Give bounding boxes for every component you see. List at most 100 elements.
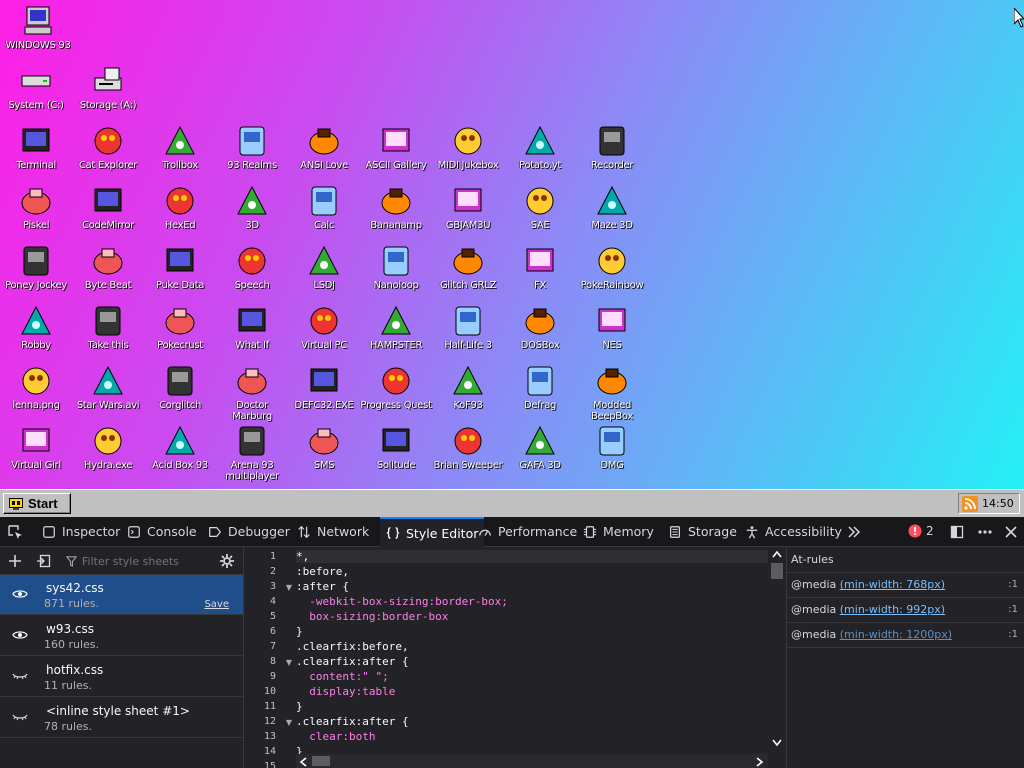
desktop-icon-what-if[interactable]: What If: [216, 304, 288, 351]
dock-side-icon[interactable]: [948, 523, 966, 541]
desktop-icon-hydra-exe[interactable]: Hydra.exe: [72, 424, 144, 471]
code-line[interactable]: :before,: [296, 565, 349, 578]
desktop-icon-defrag[interactable]: Defrag: [504, 364, 576, 411]
desktop-icon-defc32-exe[interactable]: DEFC32.EXE: [288, 364, 360, 411]
code-line[interactable]: box-sizing:border-box: [296, 610, 448, 623]
code-line[interactable]: :after {: [296, 580, 349, 593]
desktop-icon-acid-box-93[interactable]: Acid Box 93: [144, 424, 216, 471]
desktop-icon-ascii-gallery[interactable]: ASCII Gallery: [360, 124, 432, 171]
settings-gear-icon[interactable]: [218, 552, 236, 570]
code-line[interactable]: clear:both: [296, 730, 375, 743]
desktop-icon-pokecrust[interactable]: Pokecrust: [144, 304, 216, 351]
desktop-icon-lsdj[interactable]: LSDJ: [288, 244, 360, 291]
desktop-icon-puke-data[interactable]: Puke Data: [144, 244, 216, 291]
at-rule-item[interactable]: @media (min-width: 992px):1: [787, 598, 1024, 623]
eye-hidden-icon[interactable]: [12, 670, 28, 682]
desktop-icon-modded-beepbox[interactable]: Modded BeepBox: [576, 364, 648, 422]
desktop-icon-windows-93[interactable]: WINDOWS 93: [2, 4, 74, 51]
code-line[interactable]: .clearfix:before,: [296, 640, 409, 653]
code-line[interactable]: *,: [296, 550, 768, 563]
stylesheet-item[interactable]: sys42.css 871 rules. Save: [0, 575, 243, 615]
desktop-icon-nes[interactable]: NES: [576, 304, 648, 351]
desktop-icon-93-realms[interactable]: 93 Realms: [216, 124, 288, 171]
desktop-icon-cat-explorer[interactable]: Cat Explorer: [72, 124, 144, 171]
desktop-icon-codemirror[interactable]: CodeMirror: [72, 184, 144, 231]
horizontal-scrollbar[interactable]: [296, 754, 768, 768]
at-rule-item[interactable]: @media (min-width: 768px):1: [787, 573, 1024, 598]
desktop-icon-dosbox[interactable]: DOSBox: [504, 304, 576, 351]
at-rule-condition[interactable]: (min-width: 992px): [840, 603, 945, 616]
desktop-icon-fx[interactable]: FX: [504, 244, 576, 291]
desktop-icon-hexed[interactable]: HexEd: [144, 184, 216, 231]
scroll-down-icon[interactable]: [772, 739, 782, 747]
code-line[interactable]: .clearfix:after {: [296, 655, 409, 668]
desktop-icon-take-this[interactable]: Take this: [72, 304, 144, 351]
desktop-icon-robby[interactable]: Robby: [0, 304, 72, 351]
stylesheet-item[interactable]: w93.css 160 rules.: [0, 616, 243, 656]
tab-network[interactable]: Network: [297, 517, 369, 546]
tab-storage[interactable]: Storage: [668, 517, 737, 546]
code-line[interactable]: content:" ";: [296, 670, 388, 683]
desktop-icon-trollbox[interactable]: Trollbox: [144, 124, 216, 171]
code-line[interactable]: -webkit-box-sizing:border-box;: [296, 595, 508, 608]
desktop-icon-system-c[interactable]: System (C:): [0, 64, 72, 111]
desktop-icon-solitude[interactable]: Solitude: [360, 424, 432, 471]
tab-inspector[interactable]: Inspector: [42, 517, 120, 546]
at-rule-item[interactable]: @media (min-width: 1200px):1: [787, 623, 1024, 648]
desktop-icon-pokerainbow[interactable]: PokeRainbow: [576, 244, 648, 291]
fold-toggle-icon[interactable]: ▼: [286, 718, 292, 727]
close-devtools-icon[interactable]: [1002, 523, 1020, 541]
fold-toggle-icon[interactable]: ▼: [286, 583, 292, 592]
tab-console[interactable]: Console: [127, 517, 197, 546]
import-stylesheet-icon[interactable]: [35, 552, 53, 570]
desktop-icon-progress-quest[interactable]: Progress Quest: [360, 364, 432, 411]
desktop-icon-glitch-grlz[interactable]: Glitch GRLZ: [432, 244, 504, 291]
desktop-icon-bananamp[interactable]: Bananamp: [360, 184, 432, 231]
rss-feed-icon[interactable]: [962, 495, 978, 512]
vertical-scrollbar[interactable]: [768, 547, 786, 752]
desktop-icon-gbjam3u[interactable]: GBJAM3U: [432, 184, 504, 231]
more-options-icon[interactable]: [976, 523, 994, 541]
desktop-icon-byte-beat[interactable]: Byte Beat: [72, 244, 144, 291]
stylesheet-item[interactable]: hotfix.css 11 rules.: [0, 657, 243, 697]
scroll-up-icon[interactable]: [772, 550, 782, 558]
at-rule-condition[interactable]: (min-width: 1200px): [840, 628, 952, 641]
desktop-icon-star-wars-avi[interactable]: Star Wars.avi: [72, 364, 144, 411]
filter-style-sheets-input[interactable]: [80, 552, 214, 571]
desktop-icon-recorder[interactable]: Recorder: [576, 124, 648, 171]
desktop-icon-dmg[interactable]: DMG: [576, 424, 648, 471]
desktop-icon-brian-sweeper[interactable]: Brian Sweeper: [432, 424, 504, 471]
desktop-icon-3d[interactable]: 3D: [216, 184, 288, 231]
desktop-icon-gafa-3d[interactable]: GAFA 3D: [504, 424, 576, 471]
desktop-icon-maze-3d[interactable]: Maze 3D: [576, 184, 648, 231]
desktop-icon-sms[interactable]: SMS: [288, 424, 360, 471]
more-tabs-chevron-icon[interactable]: [845, 523, 863, 541]
vertical-scroll-thumb[interactable]: [771, 563, 783, 579]
start-button[interactable]: Start: [3, 493, 71, 514]
desktop-icon-piskel[interactable]: Piskel: [0, 184, 72, 231]
desktop-icon-virtual-girl[interactable]: Virtual Girl: [0, 424, 72, 471]
desktop-icon-lenna-png[interactable]: lenna.png: [0, 364, 72, 411]
desktop-icon-kof93[interactable]: KoF93: [432, 364, 504, 411]
code-line[interactable]: }: [296, 625, 303, 638]
at-rule-line[interactable]: :1: [1008, 598, 1018, 622]
desktop-icon-corglitch[interactable]: Corglitch: [144, 364, 216, 411]
tab-style-editor[interactable]: Style Editor: [380, 517, 485, 547]
desktop-icon-potato-yt[interactable]: Potato.yt: [504, 124, 576, 171]
desktop-icon-terminal[interactable]: Terminal: [0, 124, 72, 171]
desktop-icon-speech[interactable]: Speech: [216, 244, 288, 291]
tab-accessibility[interactable]: Accessibility: [745, 517, 842, 546]
desktop-icon-calc[interactable]: Calc: [288, 184, 360, 231]
fold-toggle-icon[interactable]: ▼: [286, 658, 292, 667]
desktop-icon-poney-jockey[interactable]: Poney Jockey: [0, 244, 72, 291]
at-rule-line[interactable]: :1: [1008, 623, 1018, 647]
desktop-icon-storage-a[interactable]: Storage (A:): [72, 64, 144, 111]
desktop-icon-ansi-love[interactable]: ANSI Love: [288, 124, 360, 171]
desktop-icon-midi-jukebox[interactable]: MIDI Jukebox: [432, 124, 504, 171]
desktop-icon-arena-93-multiplayer[interactable]: Arena 93 multiplayer: [216, 424, 288, 482]
css-source[interactable]: *, :before, :after { -webkit-box-sizing:bo…: [296, 547, 768, 758]
eye-visible-icon[interactable]: [12, 629, 28, 641]
error-count-badge[interactable]: 2: [908, 524, 934, 538]
code-line[interactable]: }: [296, 700, 303, 713]
desktop-icon-sae[interactable]: SAE: [504, 184, 576, 231]
